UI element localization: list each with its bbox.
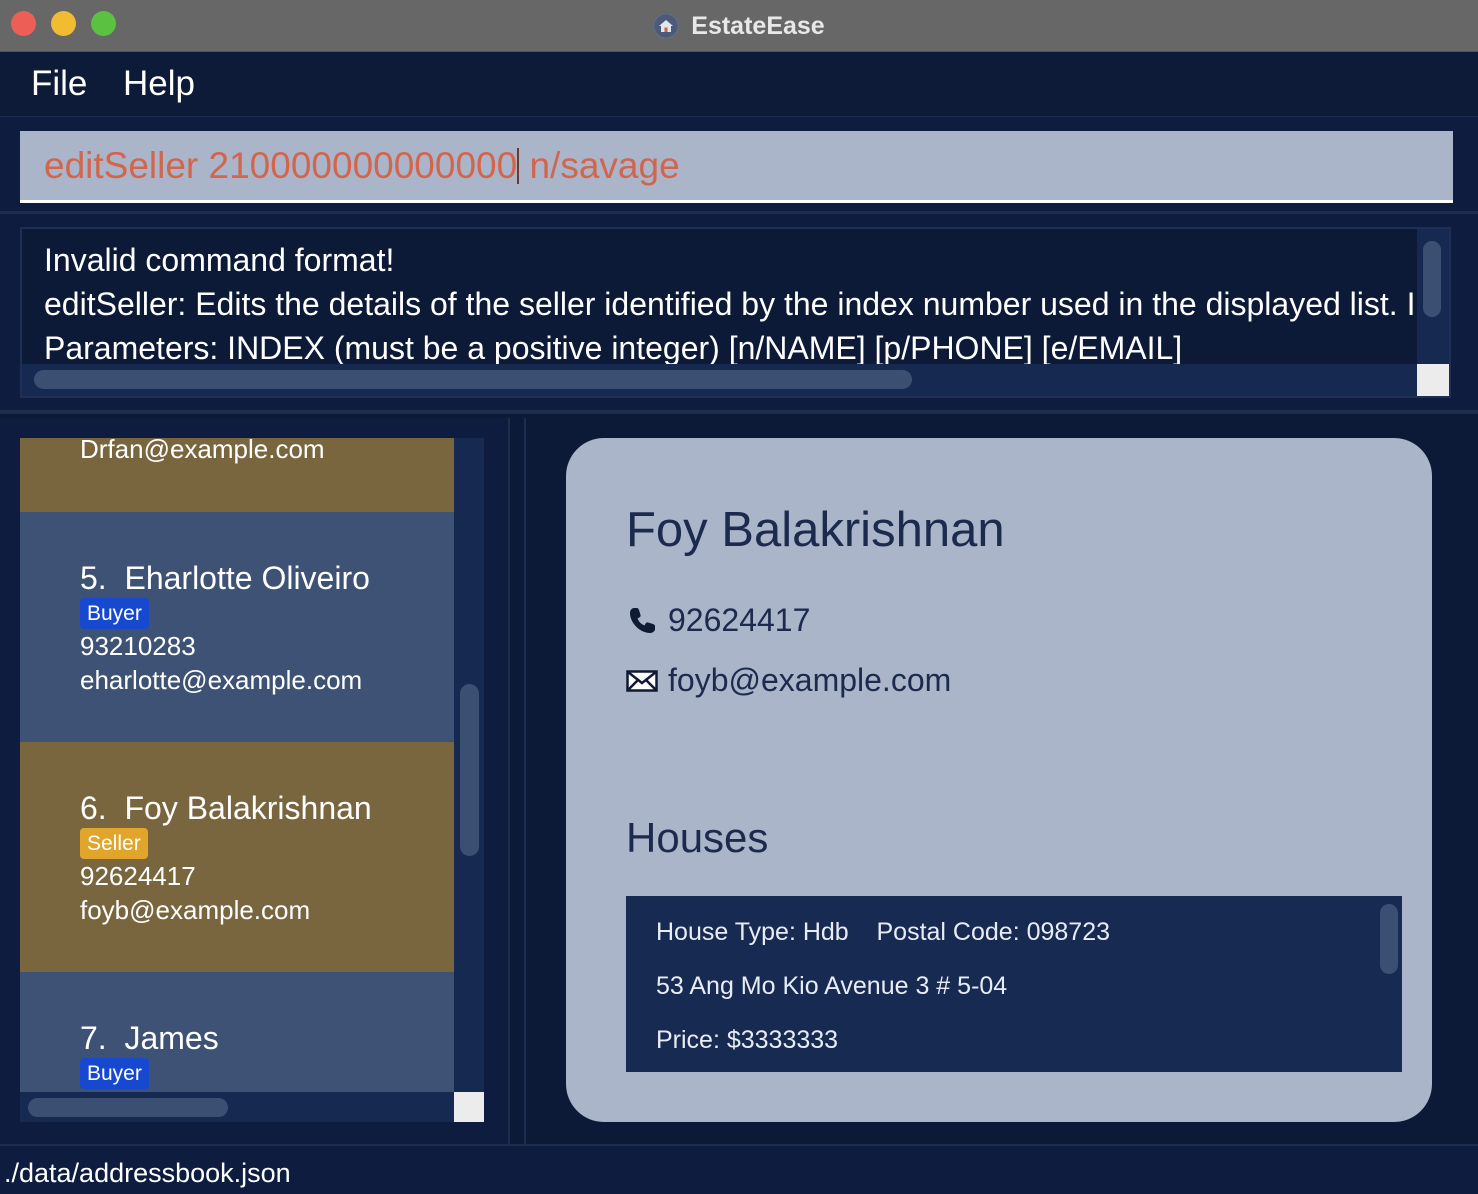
house-list[interactable]: House Type: Hdb Postal Code: 098723 53 A… [626,896,1402,1072]
result-horizontal-scroll-thumb[interactable] [34,370,912,389]
card-name-text: James [124,1020,219,1056]
command-text-after-caret: n/savage [519,145,680,186]
detail-phone-row: 92624417 [626,602,810,639]
title-bar: EstateEase [0,0,1478,52]
card-name: 5. Eharlotte Oliveiro [80,560,370,597]
command-text-before-caret: editSeller 210000000000000 [44,145,518,186]
card-name: 7. James [80,1020,219,1057]
split-pane-divider[interactable] [508,418,526,1144]
house-list-scroll-thumb[interactable] [1380,904,1398,974]
card-index: 7. [80,1020,107,1056]
menu-help[interactable]: Help [123,64,195,104]
detail-email: foyb@example.com [668,662,952,698]
result-horizontal-scrollbar[interactable] [22,364,1419,396]
detail-phone: 92624417 [668,602,811,638]
card-phone: 92624417 [80,861,196,891]
person-list[interactable]: Drfan@example.com 5. Eharlotte Oliveiro … [20,438,454,1092]
card-email: Drfan@example.com [80,438,325,464]
house-address: 53 Ang Mo Kio Avenue 3 # 5-04 [656,972,1008,1000]
data-file-path: ./data/addressbook.json [4,1158,291,1188]
houses-heading: Houses [626,814,769,861]
card-index: 6. [80,790,107,826]
card-phone: 93210283 [80,631,196,661]
seller-tag: Seller [80,828,148,859]
window-title: EstateEase [691,11,825,40]
result-panel: Invalid command format! editSeller: Edit… [0,214,1478,414]
buyer-tag: Buyer [80,598,149,629]
person-detail-card: Foy Balakrishnan 92624417 foyb@example.c… [566,438,1432,1122]
card-name-text: Foy Balakrishnan [124,790,372,826]
status-bar: ./data/addressbook.json [0,1144,1478,1194]
menu-file[interactable]: File [31,64,87,104]
card-email: eharlotte@example.com [80,665,363,695]
card-index: 5. [80,560,107,596]
menu-bar: File Help [0,52,1478,116]
list-horizontal-scroll-thumb[interactable] [28,1098,228,1117]
scrollbar-corner [454,1092,484,1122]
list-item[interactable]: 7. James Buyer [20,972,454,1092]
result-display[interactable]: Invalid command format! editSeller: Edit… [20,227,1451,398]
command-input[interactable]: editSeller 210000000000000 n/savage [20,131,1453,203]
mail-icon [626,669,658,692]
list-item[interactable]: Drfan@example.com [20,438,454,512]
title-wrap: EstateEase [0,0,1478,52]
card-name-text: Eharlotte Oliveiro [124,560,370,596]
result-line: Invalid command format! [44,242,395,278]
result-line: editSeller: Edits the details of the sel… [44,286,1416,322]
detail-panel: Foy Balakrishnan 92624417 foyb@example.c… [526,418,1478,1144]
command-panel: editSeller 210000000000000 n/savage [0,116,1478,214]
detail-name: Foy Balakrishnan [626,503,1005,557]
app-window: EstateEase File Help editSeller 21000000… [0,0,1478,1194]
list-item[interactable]: 5. Eharlotte Oliveiro Buyer 93210283 eha… [20,512,454,742]
card-name: 6. Foy Balakrishnan [80,790,372,827]
house-type-postal: House Type: Hdb Postal Code: 098723 [656,918,1111,946]
detail-email-row: foyb@example.com [626,662,951,699]
command-text: editSeller 210000000000000 n/savage [44,145,680,187]
scrollbar-corner [1417,364,1449,396]
buyer-tag: Buyer [80,1058,149,1089]
result-vertical-scrollbar[interactable] [1417,229,1449,366]
home-icon [653,13,679,39]
result-line: Parameters: INDEX (must be a positive in… [44,330,1183,366]
house-price: Price: $3333333 [656,1026,839,1054]
person-list-panel: Drfan@example.com 5. Eharlotte Oliveiro … [0,418,508,1144]
phone-icon [630,607,655,633]
card-email: foyb@example.com [80,895,311,925]
list-vertical-scroll-thumb[interactable] [460,684,479,856]
result-vertical-scroll-thumb[interactable] [1423,241,1441,317]
list-item[interactable]: 6. Foy Balakrishnan Seller 92624417 foyb… [20,742,454,972]
